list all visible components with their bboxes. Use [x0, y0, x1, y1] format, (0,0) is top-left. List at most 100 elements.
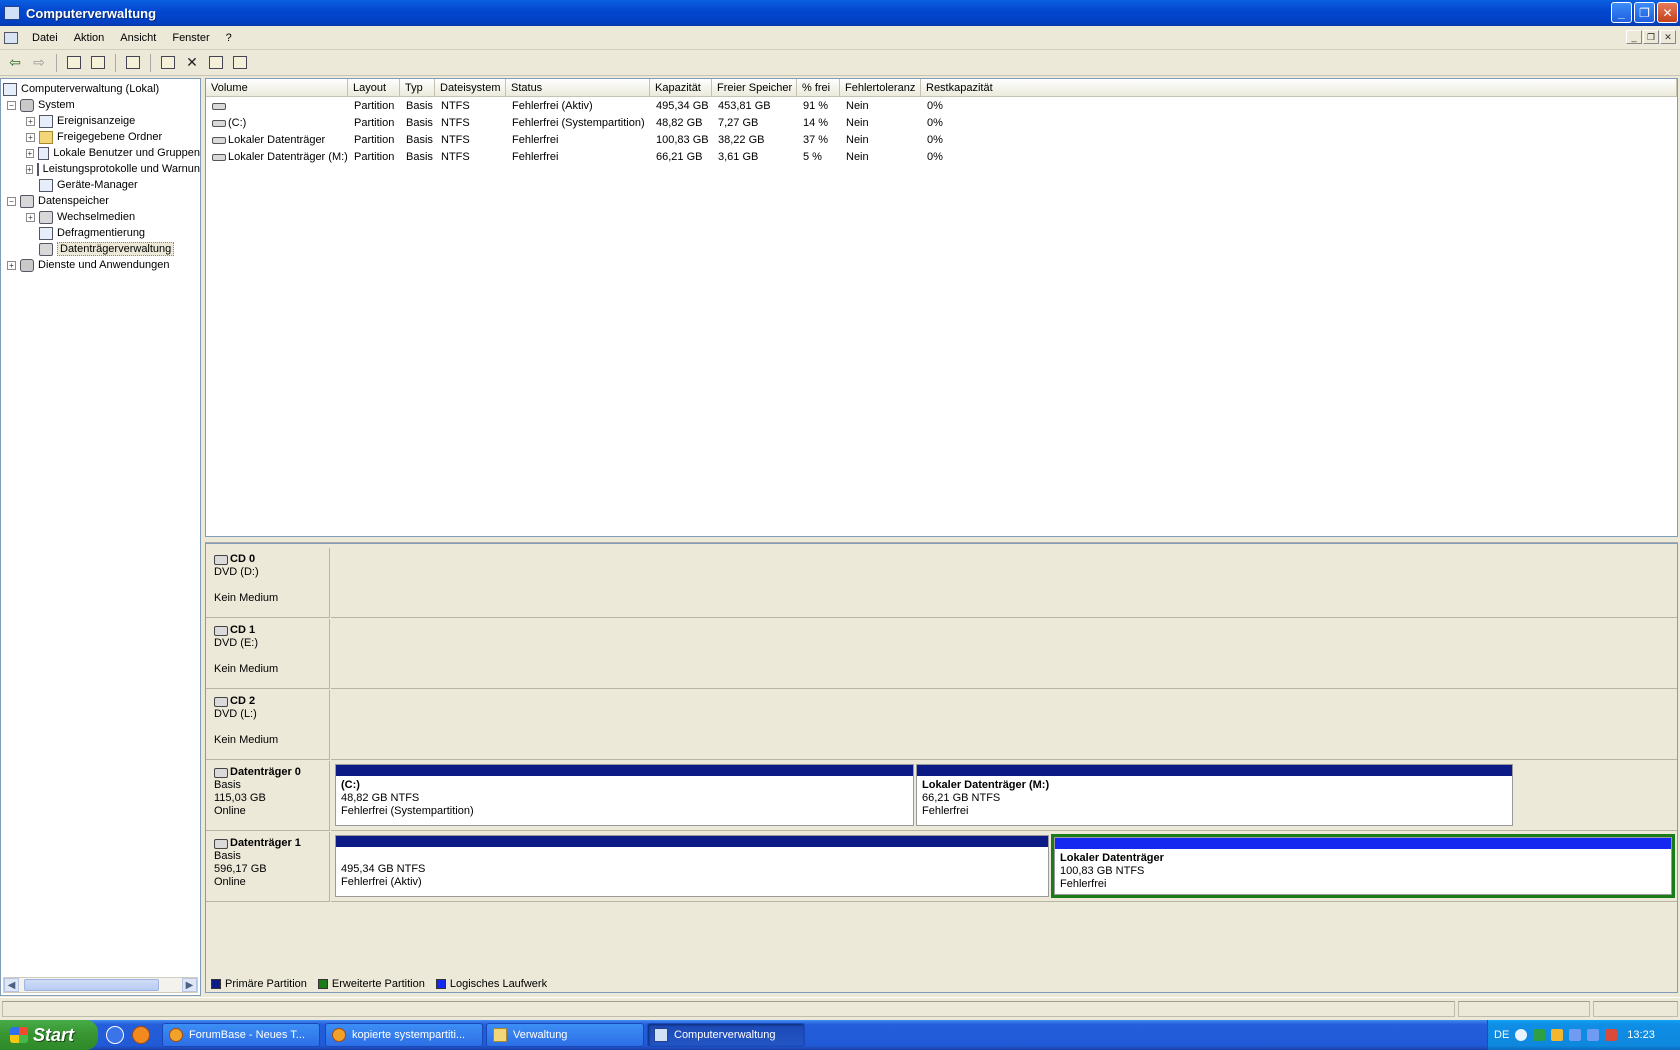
- tree-item-datenspeicher[interactable]: − Datenspeicher: [7, 193, 109, 209]
- tray-app-icon[interactable]: [1569, 1029, 1582, 1041]
- tree-item-system[interactable]: − System: [7, 97, 75, 113]
- tree-item-computerverwaltung[interactable]: Computerverwaltung (Lokal): [3, 81, 159, 97]
- disk-size: [214, 579, 329, 592]
- tray-clock[interactable]: 13:23: [1627, 1029, 1655, 1041]
- logical-drive[interactable]: Lokaler Datenträger 100,83 GB NTFS Fehle…: [1054, 837, 1672, 895]
- mdi-minimize-icon[interactable]: _: [1626, 30, 1642, 44]
- expand-icon[interactable]: +: [7, 260, 16, 270]
- partition-status: Fehlerfrei (Aktiv): [341, 876, 422, 888]
- refresh-icon[interactable]: [157, 52, 179, 74]
- tray-volume-icon[interactable]: [1605, 1029, 1618, 1041]
- disk-row-cd0[interactable]: CD 0 DVD (D:) Kein Medium: [206, 548, 1677, 618]
- mdi-close-icon[interactable]: ✕: [1660, 30, 1676, 44]
- disk-row-disk1[interactable]: Datenträger 1 Basis 596,17 GB Online 495…: [206, 832, 1677, 902]
- title-bar[interactable]: Computerverwaltung _ ❐ ✕: [0, 0, 1680, 26]
- table-cell-volume[interactable]: [206, 98, 348, 114]
- maximize-button[interactable]: ❐: [1634, 2, 1655, 23]
- column-header-fehlertoleranz[interactable]: Fehlertoleranz: [840, 79, 921, 97]
- table-cell-volume[interactable]: Lokaler Datenträger (M:): [206, 149, 348, 165]
- disk-label[interactable]: CD 0 DVD (D:) Kein Medium: [206, 548, 330, 618]
- language-indicator[interactable]: DE: [1494, 1029, 1509, 1041]
- column-header-layout[interactable]: Layout: [348, 79, 400, 97]
- disk-row-disk0[interactable]: Datenträger 0 Basis 115,03 GB Online (C:…: [206, 761, 1677, 831]
- disk-label[interactable]: Datenträger 0 Basis 115,03 GB Online: [206, 761, 330, 831]
- disk-row-cd2[interactable]: CD 2 DVD (L:) Kein Medium: [206, 690, 1677, 760]
- extended-partition[interactable]: Lokaler Datenträger 100,83 GB NTFS Fehle…: [1051, 834, 1675, 898]
- column-header-dateisystem[interactable]: Dateisystem: [435, 79, 506, 97]
- firefox-quicklaunch-icon[interactable]: [132, 1026, 150, 1044]
- partition-m[interactable]: Lokaler Datenträger (M:) 66,21 GB NTFS F…: [916, 764, 1513, 826]
- table-cell-volume[interactable]: Lokaler Datenträger: [206, 132, 348, 148]
- scroll-left-icon[interactable]: ◀: [4, 978, 19, 992]
- column-header-typ[interactable]: Typ: [400, 79, 435, 97]
- expand-icon[interactable]: +: [26, 164, 33, 174]
- column-header-restkapazitaet[interactable]: Restkapazität: [921, 79, 1677, 97]
- tree-horizontal-scrollbar[interactable]: ◀ ▶: [3, 977, 198, 993]
- forward-arrow-icon[interactable]: ⇨: [28, 52, 50, 74]
- tray-arrow-icon[interactable]: [1515, 1029, 1528, 1041]
- mdi-restore-icon[interactable]: ❐: [1643, 30, 1659, 44]
- task-button-verwaltung[interactable]: Verwaltung: [486, 1023, 644, 1047]
- export-list-icon[interactable]: [229, 52, 251, 74]
- mmc-document-icon[interactable]: [4, 31, 18, 44]
- task-button-forumbase[interactable]: ForumBase - Neues T...: [162, 1023, 320, 1047]
- show-hide-tree-icon[interactable]: [87, 52, 109, 74]
- expand-icon[interactable]: +: [26, 212, 35, 222]
- minimize-button[interactable]: _: [1611, 2, 1632, 23]
- expand-icon[interactable]: +: [26, 148, 34, 158]
- firefox-icon: [169, 1028, 183, 1042]
- column-header-status[interactable]: Status: [506, 79, 650, 97]
- scroll-thumb[interactable]: [24, 979, 159, 991]
- menu-aktion[interactable]: Aktion: [66, 32, 113, 44]
- volume-icon: [212, 136, 226, 144]
- menu-fenster[interactable]: Fenster: [164, 32, 217, 44]
- menu-ansicht[interactable]: Ansicht: [112, 32, 164, 44]
- up-folder-icon[interactable]: [63, 52, 85, 74]
- disk-area-empty: [331, 690, 1677, 760]
- tree-item-ereignisanzeige[interactable]: + Ereignisanzeige: [26, 113, 135, 129]
- task-button-systempartition[interactable]: kopierte systempartiti...: [325, 1023, 483, 1047]
- partition-c[interactable]: (C:) 48,82 GB NTFS Fehlerfrei (Systempar…: [335, 764, 914, 826]
- disk-graphical-view[interactable]: CD 0 DVD (D:) Kein Medium CD 1 DVD (E:) …: [205, 543, 1678, 993]
- close-button[interactable]: ✕: [1657, 2, 1678, 23]
- disk-label[interactable]: Datenträger 1 Basis 596,17 GB Online: [206, 832, 330, 902]
- properties-icon[interactable]: [205, 52, 227, 74]
- console-tree[interactable]: Computerverwaltung (Lokal) − System + Er…: [0, 78, 201, 996]
- partition-active[interactable]: 495,34 GB NTFS Fehlerfrei (Aktiv): [335, 835, 1049, 897]
- menu-help[interactable]: ?: [218, 32, 240, 44]
- collapse-icon[interactable]: −: [7, 100, 16, 110]
- expand-icon[interactable]: +: [26, 116, 35, 126]
- tree-item-dienste[interactable]: + Dienste und Anwendungen: [7, 257, 170, 273]
- back-arrow-icon[interactable]: ⇦: [4, 52, 26, 74]
- tree-item-wechselmedien[interactable]: + Wechselmedien: [26, 209, 135, 225]
- menu-datei[interactable]: Datei: [24, 32, 66, 44]
- ie-quicklaunch-icon[interactable]: [106, 1026, 124, 1044]
- windows-flag-icon: [10, 1027, 28, 1043]
- disk-label[interactable]: CD 1 DVD (E:) Kein Medium: [206, 619, 330, 689]
- disk-row-cd1[interactable]: CD 1 DVD (E:) Kein Medium: [206, 619, 1677, 689]
- tree-item-datentraegerverwaltung[interactable]: Datenträgerverwaltung: [26, 241, 175, 257]
- task-button-computerverwaltung[interactable]: Computerverwaltung: [647, 1023, 805, 1047]
- volume-list[interactable]: Volume Layout Typ Dateisystem Status Kap…: [205, 78, 1678, 537]
- computer-icon: [3, 82, 17, 96]
- collapse-icon[interactable]: −: [7, 196, 16, 206]
- tree-item-defragmentierung[interactable]: Defragmentierung: [26, 225, 145, 241]
- help-icon[interactable]: [122, 52, 144, 74]
- tree-item-freigegebene-ordner[interactable]: + Freigegebene Ordner: [26, 129, 162, 145]
- tree-item-geraete-manager[interactable]: Geräte-Manager: [26, 177, 138, 193]
- column-header-prozent-frei[interactable]: % frei: [797, 79, 840, 97]
- column-header-freier-speicher[interactable]: Freier Speicher: [712, 79, 797, 97]
- tree-item-lokale-benutzer[interactable]: + Lokale Benutzer und Gruppen: [26, 145, 200, 161]
- disk-label[interactable]: CD 2 DVD (L:) Kein Medium: [206, 690, 330, 760]
- delete-icon[interactable]: ✕: [181, 52, 203, 74]
- scroll-right-icon[interactable]: ▶: [182, 978, 197, 992]
- expand-icon[interactable]: +: [26, 132, 35, 142]
- tray-network-icon[interactable]: [1551, 1029, 1564, 1041]
- column-header-volume[interactable]: Volume: [206, 79, 348, 97]
- tray-app-icon[interactable]: [1587, 1029, 1600, 1041]
- column-header-kapazitaet[interactable]: Kapazität: [650, 79, 712, 97]
- tree-item-leistungsprotokolle[interactable]: + Leistungsprotokolle und Warnungen: [26, 161, 200, 177]
- tray-green-icon[interactable]: [1533, 1029, 1546, 1041]
- start-button[interactable]: Start: [0, 1020, 98, 1050]
- table-cell-volume[interactable]: (C:): [206, 115, 348, 131]
